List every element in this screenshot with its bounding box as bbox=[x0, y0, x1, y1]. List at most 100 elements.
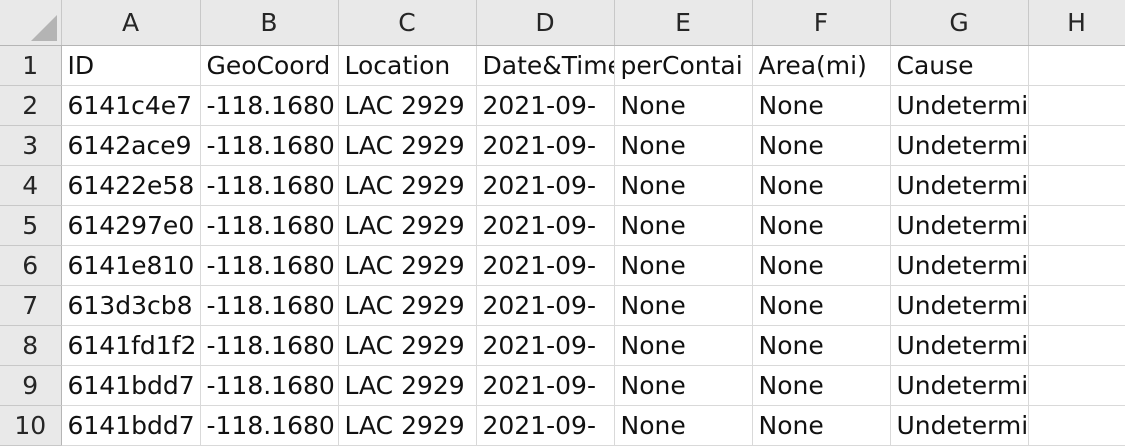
row-header[interactable]: 8 bbox=[0, 325, 62, 366]
column-header-d[interactable]: D bbox=[476, 0, 615, 46]
cell-f1[interactable]: Area(mi) bbox=[752, 45, 891, 86]
cell-d7[interactable]: 2021-09- bbox=[476, 285, 615, 326]
cell-h6[interactable] bbox=[1028, 245, 1125, 286]
cell-a1[interactable]: ID bbox=[61, 45, 201, 86]
cell-e5[interactable]: None bbox=[614, 205, 753, 246]
cell-d8[interactable]: 2021-09- bbox=[476, 325, 615, 366]
cell-c6[interactable]: LAC 2929 bbox=[338, 245, 477, 286]
column-header-c[interactable]: C bbox=[338, 0, 477, 46]
cell-b3[interactable]: -118.1680 bbox=[200, 125, 339, 166]
cell-g1[interactable]: Cause bbox=[890, 45, 1029, 86]
cell-b5[interactable]: -118.1680 bbox=[200, 205, 339, 246]
row-header[interactable]: 3 bbox=[0, 125, 62, 166]
spreadsheet-grid: A B C D E F G H 1 ID GeoCoord Location Date&… bbox=[0, 0, 1125, 447]
cell-g10[interactable]: Undetermined bbox=[890, 405, 1029, 446]
column-header-b[interactable]: B bbox=[200, 0, 339, 46]
cell-g5[interactable]: Undetermined bbox=[890, 205, 1029, 246]
cell-g9[interactable]: Undetermined bbox=[890, 365, 1029, 406]
cell-c3[interactable]: LAC 2929 bbox=[338, 125, 477, 166]
cell-d3[interactable]: 2021-09- bbox=[476, 125, 615, 166]
column-header-h[interactable]: H bbox=[1028, 0, 1125, 46]
cell-a2[interactable]: 6141c4e7 bbox=[61, 85, 201, 126]
cell-e4[interactable]: None bbox=[614, 165, 753, 206]
cell-f2[interactable]: None bbox=[752, 85, 891, 126]
cell-a9[interactable]: 6141bdd7 bbox=[61, 365, 201, 406]
cell-c5[interactable]: LAC 2929 bbox=[338, 205, 477, 246]
cell-b2[interactable]: -118.1680 bbox=[200, 85, 339, 126]
cell-h3[interactable] bbox=[1028, 125, 1125, 166]
row-header[interactable]: 1 bbox=[0, 45, 62, 86]
cell-f10[interactable]: None bbox=[752, 405, 891, 446]
row-header[interactable]: 4 bbox=[0, 165, 62, 206]
cell-f5[interactable]: None bbox=[752, 205, 891, 246]
cell-h7[interactable] bbox=[1028, 285, 1125, 326]
cell-g2[interactable]: Undetermined bbox=[890, 85, 1029, 126]
cell-d1[interactable]: Date&Time bbox=[476, 45, 615, 86]
cell-b6[interactable]: -118.1680 bbox=[200, 245, 339, 286]
cell-e8[interactable]: None bbox=[614, 325, 753, 366]
row-header[interactable]: 10 bbox=[0, 405, 62, 446]
row-header[interactable]: 5 bbox=[0, 205, 62, 246]
cell-h9[interactable] bbox=[1028, 365, 1125, 406]
cell-e9[interactable]: None bbox=[614, 365, 753, 406]
cell-a7[interactable]: 613d3cb8 bbox=[61, 285, 201, 326]
cell-h2[interactable] bbox=[1028, 85, 1125, 126]
cell-d10[interactable]: 2021-09- bbox=[476, 405, 615, 446]
cell-f7[interactable]: None bbox=[752, 285, 891, 326]
cell-a8[interactable]: 6141fd1f2 bbox=[61, 325, 201, 366]
cell-g6[interactable]: Undetermined bbox=[890, 245, 1029, 286]
cell-f8[interactable]: None bbox=[752, 325, 891, 366]
cell-e3[interactable]: None bbox=[614, 125, 753, 166]
cell-b4[interactable]: -118.1680 bbox=[200, 165, 339, 206]
cell-b9[interactable]: -118.1680 bbox=[200, 365, 339, 406]
cell-a10[interactable]: 6141bdd7 bbox=[61, 405, 201, 446]
row-header[interactable]: 7 bbox=[0, 285, 62, 326]
cell-d4[interactable]: 2021-09- bbox=[476, 165, 615, 206]
select-all-corner[interactable] bbox=[0, 0, 62, 46]
cell-e10[interactable]: None bbox=[614, 405, 753, 446]
cell-d5[interactable]: 2021-09- bbox=[476, 205, 615, 246]
cell-b8[interactable]: -118.1680 bbox=[200, 325, 339, 366]
cell-h4[interactable] bbox=[1028, 165, 1125, 206]
cell-h1[interactable] bbox=[1028, 45, 1125, 86]
cell-e7[interactable]: None bbox=[614, 285, 753, 326]
column-header-e[interactable]: E bbox=[614, 0, 753, 46]
cell-c9[interactable]: LAC 2929 bbox=[338, 365, 477, 406]
cell-b1[interactable]: GeoCoord bbox=[200, 45, 339, 86]
cell-g7[interactable]: Undetermined bbox=[890, 285, 1029, 326]
cell-a5[interactable]: 614297e0 bbox=[61, 205, 201, 246]
cell-f3[interactable]: None bbox=[752, 125, 891, 166]
cell-b7[interactable]: -118.1680 bbox=[200, 285, 339, 326]
column-header-g[interactable]: G bbox=[890, 0, 1029, 46]
cell-b10[interactable]: -118.1680 bbox=[200, 405, 339, 446]
cell-d2[interactable]: 2021-09- bbox=[476, 85, 615, 126]
cell-a6[interactable]: 6141e810 bbox=[61, 245, 201, 286]
cell-h10[interactable] bbox=[1028, 405, 1125, 446]
cell-e6[interactable]: None bbox=[614, 245, 753, 286]
cell-c1[interactable]: Location bbox=[338, 45, 477, 86]
cell-c2[interactable]: LAC 2929 bbox=[338, 85, 477, 126]
cell-d9[interactable]: 2021-09- bbox=[476, 365, 615, 406]
row-header[interactable]: 6 bbox=[0, 245, 62, 286]
cell-g8[interactable]: Undetermined bbox=[890, 325, 1029, 366]
column-header-a[interactable]: A bbox=[61, 0, 201, 46]
column-header-f[interactable]: F bbox=[752, 0, 891, 46]
cell-h8[interactable] bbox=[1028, 325, 1125, 366]
cell-d6[interactable]: 2021-09- bbox=[476, 245, 615, 286]
cell-g4[interactable]: Undetermined bbox=[890, 165, 1029, 206]
cell-e2[interactable]: None bbox=[614, 85, 753, 126]
cell-h5[interactable] bbox=[1028, 205, 1125, 246]
cell-c4[interactable]: LAC 2929 bbox=[338, 165, 477, 206]
cell-a3[interactable]: 6142ace9 bbox=[61, 125, 201, 166]
cell-a4[interactable]: 61422e58 bbox=[61, 165, 201, 206]
cell-c8[interactable]: LAC 2929 bbox=[338, 325, 477, 366]
cell-f4[interactable]: None bbox=[752, 165, 891, 206]
cell-e1[interactable]: perContai bbox=[614, 45, 753, 86]
row-header[interactable]: 9 bbox=[0, 365, 62, 406]
cell-f9[interactable]: None bbox=[752, 365, 891, 406]
cell-c7[interactable]: LAC 2929 bbox=[338, 285, 477, 326]
cell-c10[interactable]: LAC 2929 bbox=[338, 405, 477, 446]
cell-g3[interactable]: Undetermined bbox=[890, 125, 1029, 166]
row-header[interactable]: 2 bbox=[0, 85, 62, 126]
cell-f6[interactable]: None bbox=[752, 245, 891, 286]
